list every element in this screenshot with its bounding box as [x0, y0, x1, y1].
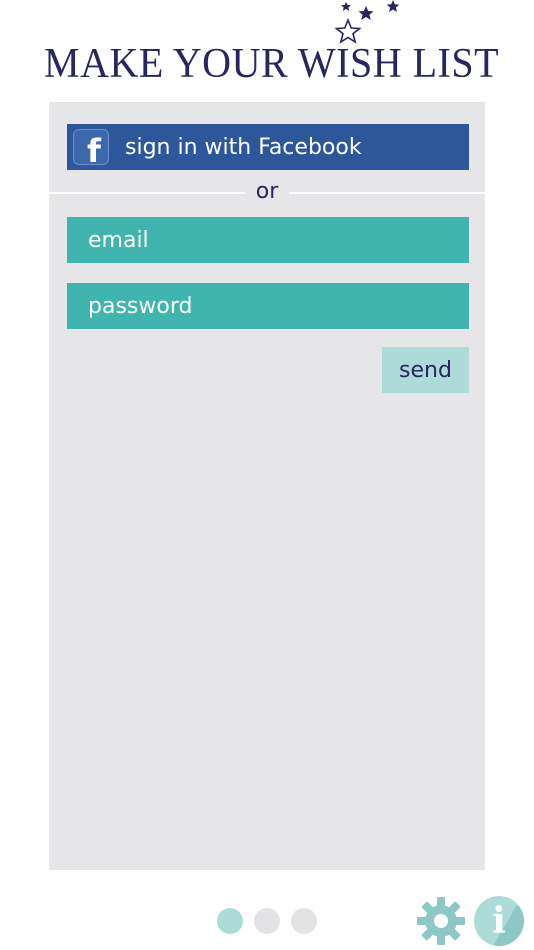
page-dot-3[interactable] [291, 908, 317, 934]
page-dot-1[interactable] [217, 908, 243, 934]
send-button[interactable]: send [382, 347, 469, 393]
facebook-signin-button[interactable]: f sign in with Facebook [67, 124, 469, 170]
info-button[interactable]: i [474, 896, 524, 946]
logo-title: MAKE YOUR WISH LIST [44, 38, 500, 87]
facebook-icon: f [73, 129, 109, 165]
info-icon: i [492, 900, 506, 942]
gear-icon[interactable] [416, 896, 466, 946]
page-indicator [217, 908, 317, 934]
app-logo: MAKE YOUR WISH LIST [0, 0, 534, 90]
email-field[interactable] [67, 217, 469, 263]
login-panel: f sign in with Facebook or send [49, 102, 485, 870]
facebook-signin-label: sign in with Facebook [125, 134, 362, 160]
page-dot-2[interactable] [254, 908, 280, 934]
divider-or: or [245, 178, 289, 206]
password-field[interactable] [67, 283, 469, 329]
